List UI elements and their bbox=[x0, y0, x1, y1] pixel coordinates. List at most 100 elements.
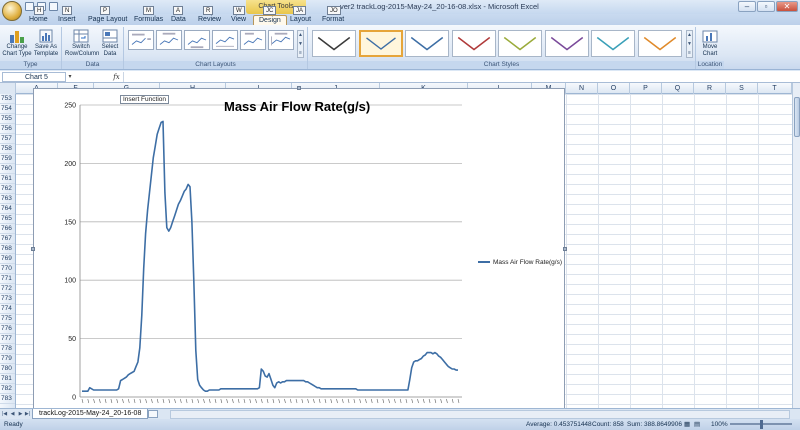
prev-sheet-icon[interactable]: ◀ bbox=[9, 410, 16, 419]
row-header[interactable]: 773 bbox=[0, 294, 15, 304]
normal-view-icon[interactable]: ▦ bbox=[684, 419, 690, 430]
column-header[interactable]: O bbox=[598, 83, 630, 94]
chart-layout-2[interactable] bbox=[156, 30, 182, 50]
select-data-button[interactable]: Select Data bbox=[98, 28, 122, 58]
chart-layout-3[interactable] bbox=[184, 30, 210, 50]
row-header[interactable]: 765 bbox=[0, 214, 15, 224]
redo-icon[interactable] bbox=[49, 2, 58, 11]
row-header[interactable]: 756 bbox=[0, 124, 15, 134]
last-sheet-icon[interactable]: ▶| bbox=[24, 410, 31, 419]
row-header[interactable]: 767 bbox=[0, 234, 15, 244]
series-line-mass-air-flow[interactable] bbox=[82, 120, 458, 393]
close-button[interactable]: ✕ bbox=[776, 1, 798, 12]
zoom-slider-thumb[interactable] bbox=[760, 420, 763, 429]
tab-home[interactable]: Home bbox=[29, 15, 48, 25]
horizontal-scrollbar[interactable] bbox=[170, 410, 790, 419]
save-icon[interactable] bbox=[25, 2, 34, 11]
row-header[interactable]: 776 bbox=[0, 324, 15, 334]
row-header[interactable]: 777 bbox=[0, 334, 15, 344]
insert-function-button[interactable]: fx bbox=[110, 72, 124, 82]
chart-layout-4[interactable] bbox=[212, 30, 238, 50]
insert-sheet-icon[interactable] bbox=[148, 410, 158, 418]
row-header[interactable]: 771 bbox=[0, 274, 15, 284]
chart-layout-5[interactable] bbox=[240, 30, 266, 50]
chart-style-5[interactable] bbox=[498, 30, 542, 57]
scrollbar-thumb[interactable] bbox=[794, 97, 800, 137]
select-all-corner[interactable] bbox=[0, 83, 16, 94]
chart-style-2[interactable] bbox=[358, 30, 403, 57]
resize-handle[interactable] bbox=[297, 86, 301, 90]
chart-style-3[interactable] bbox=[405, 30, 449, 57]
tab-design[interactable]: Design bbox=[253, 15, 287, 25]
minimize-button[interactable]: – bbox=[738, 1, 756, 12]
chart-layout-1[interactable] bbox=[128, 30, 154, 50]
change-chart-type-button[interactable]: Change Chart Type bbox=[2, 28, 32, 58]
office-button[interactable] bbox=[2, 1, 22, 21]
chart-style-7[interactable] bbox=[591, 30, 635, 57]
row-header[interactable]: 779 bbox=[0, 354, 15, 364]
sheet-tab[interactable]: trackLog-2015-May-24_20-16-08 bbox=[32, 409, 149, 419]
row-header[interactable]: 763 bbox=[0, 194, 15, 204]
chart-style-8[interactable] bbox=[637, 30, 682, 57]
row-header[interactable]: 782 bbox=[0, 384, 15, 394]
column-header[interactable]: R bbox=[694, 83, 726, 94]
row-header[interactable]: 757 bbox=[0, 134, 15, 144]
row-header[interactable]: 774 bbox=[0, 304, 15, 314]
row-header[interactable]: 780 bbox=[0, 364, 15, 374]
tab-view[interactable]: View bbox=[231, 15, 246, 25]
chart-style-1[interactable] bbox=[312, 30, 356, 57]
chart-layout-6[interactable] bbox=[268, 30, 294, 50]
tab-insert[interactable]: Insert bbox=[58, 15, 76, 25]
chart-legend[interactable]: Mass Air Flow Rate(g/s) bbox=[478, 259, 562, 266]
name-box[interactable]: Chart 5 bbox=[2, 72, 66, 82]
row-header[interactable]: 761 bbox=[0, 174, 15, 184]
tab-page-layout[interactable]: Page Layout bbox=[88, 15, 127, 25]
formula-input[interactable] bbox=[126, 72, 796, 82]
switch-row-column-button[interactable]: Switch Row/Column bbox=[65, 28, 99, 58]
row-header[interactable]: 759 bbox=[0, 154, 15, 164]
row-header[interactable]: 760 bbox=[0, 164, 15, 174]
row-header[interactable]: 766 bbox=[0, 224, 15, 234]
tab-review[interactable]: Review bbox=[198, 15, 221, 25]
row-header[interactable]: 768 bbox=[0, 244, 15, 254]
chevron-down-icon[interactable]: ▾ bbox=[66, 72, 74, 82]
zoom-level[interactable]: 100% bbox=[711, 419, 728, 430]
first-sheet-icon[interactable]: |◀ bbox=[1, 410, 8, 419]
row-header[interactable]: 764 bbox=[0, 204, 15, 214]
row-header[interactable]: 755 bbox=[0, 114, 15, 124]
row-header[interactable]: 778 bbox=[0, 344, 15, 354]
vertical-scrollbar[interactable] bbox=[792, 83, 800, 408]
column-header[interactable]: P bbox=[630, 83, 662, 94]
chart-object[interactable]: 0 50 100 150 200 250 Mass Air Flow Rate(g/s) … bbox=[31, 86, 567, 412]
resize-handle[interactable] bbox=[31, 247, 35, 251]
row-header[interactable]: 772 bbox=[0, 284, 15, 294]
tab-layout[interactable]: Layout bbox=[290, 15, 311, 25]
row-header[interactable]: 783 bbox=[0, 394, 15, 404]
row-header[interactable]: 781 bbox=[0, 374, 15, 384]
row-header[interactable]: 758 bbox=[0, 144, 15, 154]
row-header[interactable]: 762 bbox=[0, 184, 15, 194]
column-header[interactable]: S bbox=[726, 83, 758, 94]
column-header[interactable]: T bbox=[758, 83, 792, 94]
restore-button[interactable]: ▫ bbox=[757, 1, 775, 12]
row-header[interactable]: 769 bbox=[0, 254, 15, 264]
styles-scroll[interactable]: ▲ ▼ ≡ bbox=[686, 30, 693, 58]
resize-handle[interactable] bbox=[563, 247, 567, 251]
row-header[interactable]: 754 bbox=[0, 104, 15, 114]
layouts-scroll[interactable]: ▲ ▼ ≡ bbox=[297, 30, 304, 58]
chart-title[interactable]: Mass Air Flow Rate(g/s) bbox=[224, 99, 370, 114]
save-as-template-button[interactable]: Save As Template bbox=[32, 28, 60, 58]
tab-format[interactable]: Format bbox=[322, 15, 344, 25]
row-header[interactable]: 753 bbox=[0, 94, 15, 104]
chart-style-6[interactable] bbox=[544, 30, 589, 57]
next-sheet-icon[interactable]: ▶ bbox=[17, 410, 24, 419]
row-header[interactable]: 770 bbox=[0, 264, 15, 274]
chart-style-4[interactable] bbox=[451, 30, 496, 57]
tab-data[interactable]: Data bbox=[171, 15, 186, 25]
page-layout-view-icon[interactable]: ▤ bbox=[694, 419, 700, 430]
column-header[interactable]: N bbox=[566, 83, 598, 94]
row-header[interactable]: 775 bbox=[0, 314, 15, 324]
column-header[interactable]: Q bbox=[662, 83, 694, 94]
tab-formulas[interactable]: Formulas bbox=[134, 15, 163, 25]
move-chart-button[interactable]: Move Chart bbox=[698, 28, 722, 58]
